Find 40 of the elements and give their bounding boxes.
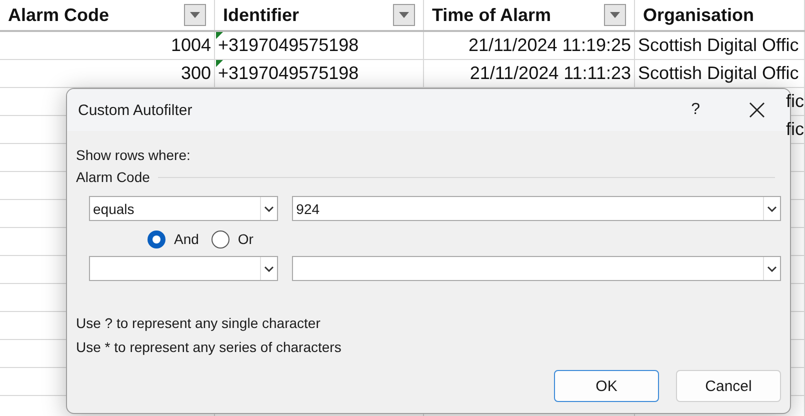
table-cell: 21/11/2024 11:11:23 [470,63,631,84]
intro-text: Show rows where: [76,147,192,163]
caret-icon [264,266,274,272]
filter-button[interactable] [393,4,415,26]
dialog-title: Custom Autofilter [78,102,194,118]
radio-button[interactable] [210,230,230,248]
help-button[interactable]: ? [691,101,700,119]
table-cell: fic [786,119,804,140]
cancel-button[interactable]: Cancel [676,370,781,402]
table-cell: Scottish Digital Offic [638,63,799,84]
operator-dropdown[interactable]: equals [89,196,278,221]
caret-icon [767,206,777,212]
hint-text: Use ? to represent any single character [76,315,322,331]
radio-label[interactable]: And [174,231,199,247]
group-label: Alarm Code [76,169,150,185]
ok-button[interactable]: OK [554,370,659,402]
table-cell: fic [786,91,804,112]
table-cell: 1004 [170,35,211,56]
table-cell: +3197049575198 [218,63,359,84]
hint-text: Use * to represent any series of characters [76,339,342,355]
table-cell: +3197049575198 [218,35,359,56]
caret-icon [264,206,274,212]
value-combo-box[interactable] [292,256,781,281]
radio-button[interactable] [147,230,166,248]
table-cell: Scottish Digital Offic [638,35,799,56]
radio-label[interactable]: Or [238,231,254,247]
column-header: Organisation [643,4,754,26]
filter-button[interactable] [184,4,206,26]
column-header: Alarm Code [8,4,110,26]
column-header: Time of Alarm [432,4,552,26]
caret-icon [767,266,777,272]
dropdown-arrow-icon [610,12,620,18]
table-cell: 300 [180,63,211,84]
dropdown-arrow-icon [399,12,409,18]
value-combo-box[interactable]: 924 [292,196,781,221]
dropdown-arrow-icon [190,12,200,18]
operator-dropdown[interactable] [89,256,278,281]
filter-button[interactable] [604,4,626,26]
table-cell: 21/11/2024 11:19:25 [468,35,631,56]
column-header: Identifier [223,4,300,26]
